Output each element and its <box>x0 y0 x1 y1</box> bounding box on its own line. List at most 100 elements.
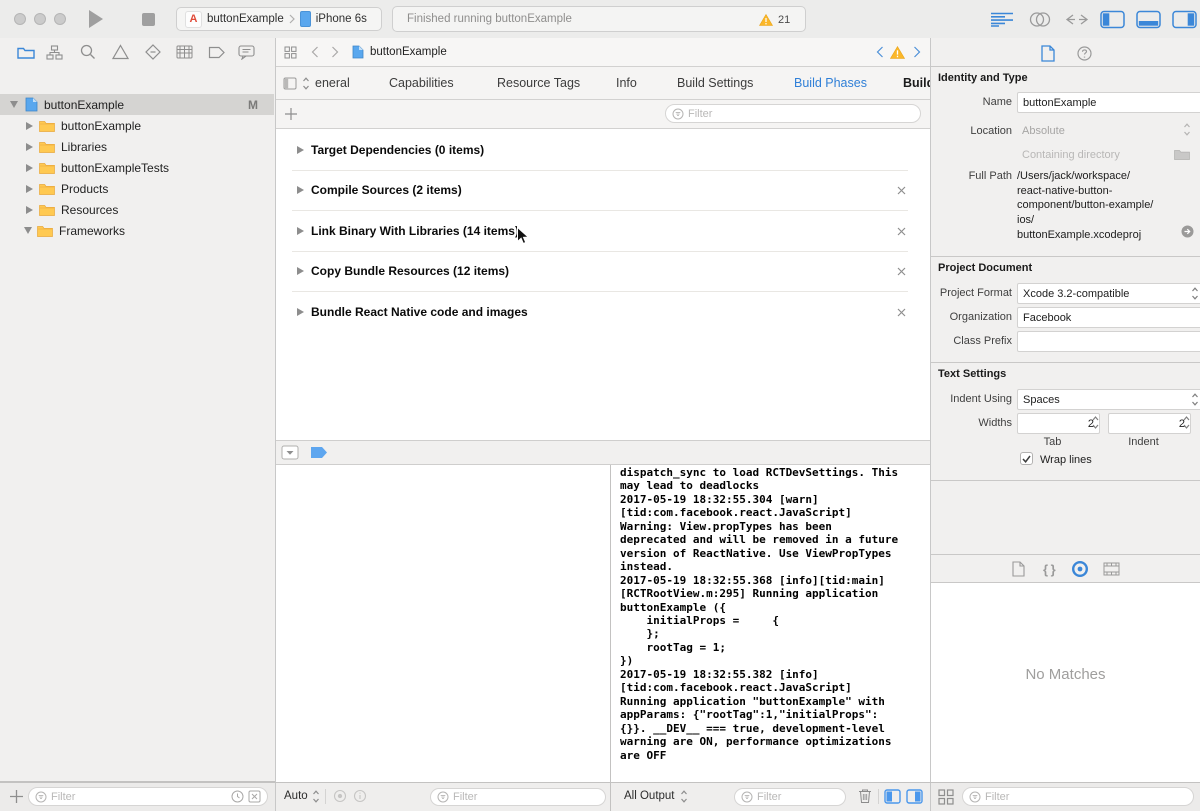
indent-using-dropdown[interactable]: Spaces <box>1017 389 1200 410</box>
tab-build-settings[interactable]: Build Settings <box>677 67 753 99</box>
window-zoom-button[interactable] <box>54 13 66 25</box>
navigator-item-buttonexample[interactable]: buttonExample <box>0 115 274 136</box>
scheme-selector[interactable]: A buttonExample iPhone 6s <box>176 7 382 31</box>
add-phase-icon[interactable] <box>284 107 298 121</box>
issue-warning-icon[interactable] <box>890 46 905 59</box>
disclosure-open-icon[interactable] <box>10 101 18 108</box>
scheme-name[interactable]: buttonExample <box>207 13 284 25</box>
recent-clock-icon[interactable] <box>231 790 244 803</box>
phase-disclosure-icon[interactable] <box>297 186 304 194</box>
delete-phase-icon[interactable] <box>897 227 906 236</box>
source-control-navigator-icon[interactable] <box>46 45 63 60</box>
scheme-device[interactable]: iPhone 6s <box>316 13 367 25</box>
phase-compile-sources[interactable]: Compile Sources (2 items) <box>311 183 462 197</box>
library-grid-icon[interactable] <box>938 789 954 805</box>
phase-copy-bundle-resources[interactable]: Copy Bundle Resources (12 items) <box>311 264 509 278</box>
forward-icon[interactable] <box>331 46 339 58</box>
toggle-navigator-button[interactable] <box>1100 10 1126 29</box>
scope-chooser-icon[interactable] <box>312 789 320 804</box>
delete-phase-icon[interactable] <box>897 308 906 317</box>
jumpbar-title[interactable]: buttonExample <box>370 46 447 58</box>
wrap-lines-checkbox[interactable] <box>1020 452 1033 465</box>
navigator-item-libraries[interactable]: Libraries <box>0 136 274 157</box>
disclosure-closed-icon[interactable] <box>26 205 33 214</box>
disclosure-closed-icon[interactable] <box>26 163 33 172</box>
console-scope-label[interactable]: All Output <box>624 790 675 802</box>
disclosure-closed-icon[interactable] <box>26 184 33 193</box>
run-button[interactable] <box>89 10 103 28</box>
variables-scope-label[interactable]: Auto <box>284 790 308 802</box>
disclosure-closed-icon[interactable] <box>26 142 33 151</box>
tab-build-phases[interactable]: Build Phases <box>794 67 867 99</box>
phase-bundle-react-native[interactable]: Bundle React Native code and images <box>311 305 528 319</box>
console-output[interactable]: dispatch_sync to load RCTDevSettings. Th… <box>620 466 925 762</box>
delete-phase-icon[interactable] <box>897 267 906 276</box>
navigator-item-buttonexampletests[interactable]: buttonExampleTests <box>0 157 274 178</box>
console-filter-field[interactable]: Filter <box>734 788 846 806</box>
show-variables-view-button[interactable] <box>884 789 901 804</box>
library-filter-field[interactable]: Filter <box>962 787 1194 806</box>
phase-disclosure-icon[interactable] <box>297 146 304 154</box>
assistant-editor-button[interactable] <box>1028 11 1052 28</box>
target-chooser-icon[interactable] <box>302 76 310 91</box>
hide-debug-area-button[interactable] <box>281 445 299 460</box>
indent-width-field[interactable]: 2 <box>1108 413 1191 434</box>
version-editor-button[interactable] <box>1064 12 1090 27</box>
navigator-item-products[interactable]: Products <box>0 178 274 199</box>
test-navigator-icon[interactable] <box>145 44 161 60</box>
window-close-button[interactable] <box>14 13 26 25</box>
organization-field[interactable]: Facebook <box>1017 307 1200 328</box>
object-library-tab[interactable] <box>1072 561 1088 577</box>
clear-console-icon[interactable] <box>858 788 872 804</box>
disclosure-closed-icon[interactable] <box>26 121 33 130</box>
phase-disclosure-icon[interactable] <box>297 267 304 275</box>
open-path-arrow-icon[interactable] <box>1181 225 1194 238</box>
disclosure-open-icon[interactable] <box>24 227 32 234</box>
pane-icon[interactable] <box>283 77 297 90</box>
phase-link-binary[interactable]: Link Binary With Libraries (14 items) <box>311 224 519 238</box>
flatten-icon[interactable] <box>248 790 261 803</box>
project-navigator-icon[interactable] <box>17 45 35 60</box>
snippets-library-tab[interactable]: { } <box>1043 562 1056 577</box>
warning-icon[interactable] <box>759 14 773 26</box>
navigator-item-frameworks[interactable]: Frameworks <box>0 220 274 241</box>
location-dropdown-icon[interactable] <box>1183 122 1191 137</box>
standard-editor-button[interactable] <box>990 12 1014 27</box>
tab-resource-tags[interactable]: Resource Tags <box>497 67 580 99</box>
media-library-tab[interactable] <box>1103 562 1120 576</box>
next-issue-icon[interactable] <box>913 46 921 58</box>
phase-disclosure-icon[interactable] <box>297 227 304 235</box>
phase-target-dependencies[interactable]: Target Dependencies (0 items) <box>311 143 484 157</box>
file-template-library-tab[interactable] <box>1012 561 1025 577</box>
tab-general[interactable]: eneral <box>315 67 350 99</box>
navigator-project-row[interactable]: buttonExample M <box>0 94 274 115</box>
search-navigator-icon[interactable] <box>80 44 96 60</box>
tab-info[interactable]: Info <box>616 67 637 99</box>
breakpoints-toggle-icon[interactable] <box>310 446 328 459</box>
output-chooser-icon[interactable] <box>680 789 688 804</box>
window-minimize-button[interactable] <box>34 13 46 25</box>
project-format-dropdown[interactable]: Xcode 3.2-compatible <box>1017 283 1200 304</box>
navigator-item-resources[interactable]: Resources <box>0 199 274 220</box>
help-inspector-tab[interactable] <box>1077 46 1092 61</box>
related-items-icon[interactable] <box>284 46 297 59</box>
issue-navigator-icon[interactable] <box>112 44 129 60</box>
show-console-view-button[interactable] <box>906 789 923 804</box>
tab-width-stepper[interactable] <box>1091 414 1100 431</box>
stop-button[interactable] <box>142 13 155 26</box>
toggle-debug-area-button[interactable] <box>1136 10 1162 29</box>
class-prefix-field[interactable] <box>1017 331 1200 352</box>
report-navigator-icon[interactable] <box>238 45 255 60</box>
tab-capabilities[interactable]: Capabilities <box>389 67 454 99</box>
phase-filter-field[interactable]: Filter <box>665 104 921 123</box>
indent-width-stepper[interactable] <box>1182 414 1191 431</box>
breakpoint-navigator-icon[interactable] <box>208 46 225 59</box>
file-inspector-tab[interactable] <box>1041 45 1055 62</box>
toggle-utilities-button[interactable] <box>1172 10 1198 29</box>
name-field[interactable]: buttonExample <box>1017 92 1200 113</box>
phase-disclosure-icon[interactable] <box>297 308 304 316</box>
previous-issue-icon[interactable] <box>876 46 884 58</box>
delete-phase-icon[interactable] <box>897 186 906 195</box>
location-value[interactable]: Absolute <box>1022 125 1065 137</box>
navigator-filter-field[interactable]: Filter <box>28 787 268 806</box>
